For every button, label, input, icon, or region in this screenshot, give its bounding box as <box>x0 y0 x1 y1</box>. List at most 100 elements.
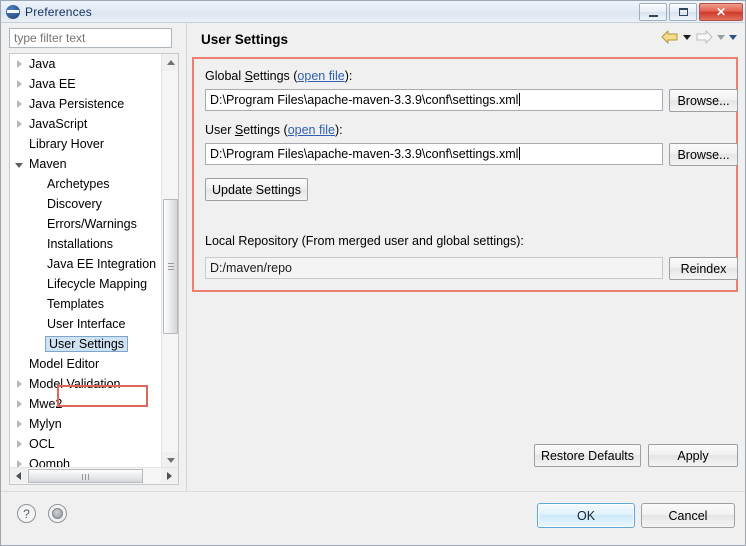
tree-horizontal-scrollbar[interactable] <box>10 467 178 484</box>
tree-vertical-scrollbar[interactable] <box>161 54 178 469</box>
restore-defaults-button[interactable]: Restore Defaults <box>534 444 641 467</box>
sidebar-item-label: Mwe2 <box>29 397 63 411</box>
sidebar-item-label: Archetypes <box>47 177 110 191</box>
tree-toggle <box>10 420 28 428</box>
forward-arrow-icon <box>695 30 713 44</box>
scroll-right-button[interactable] <box>161 468 178 483</box>
global-settings-open-file-link[interactable]: open file <box>297 69 344 83</box>
help-icon[interactable]: ? <box>17 504 36 523</box>
sidebar-item-javascript[interactable]: JavaScript <box>10 114 163 134</box>
global-settings-input[interactable]: D:\Program Files\apache-maven-3.3.9\conf… <box>205 89 663 111</box>
filter-input[interactable] <box>9 28 172 48</box>
vertical-scrollbar-thumb[interactable] <box>163 199 178 334</box>
sidebar-item-ocl[interactable]: OCL <box>10 434 163 454</box>
sidebar-item-label: Templates <box>47 297 104 311</box>
close-button[interactable]: ✕ <box>699 3 743 21</box>
sidebar-item-user-interface[interactable]: User Interface <box>10 314 163 334</box>
view-menu-icon[interactable] <box>729 34 737 40</box>
chevron-right-icon[interactable] <box>16 380 22 388</box>
preferences-sidebar: Java Java EE Java Persistence JavaScript Lib… <box>1 23 186 491</box>
sidebar-item-label: Model Validation <box>29 377 121 391</box>
chevron-right-icon[interactable] <box>16 400 22 408</box>
minimize-button[interactable] <box>639 3 667 21</box>
close-icon: ✕ <box>715 5 727 19</box>
chevron-down-icon <box>166 458 175 463</box>
text-caret <box>519 147 521 160</box>
sidebar-item-label: Java Persistence <box>29 97 125 111</box>
update-settings-button[interactable]: Update Settings <box>205 178 308 201</box>
sidebar-item-label: Discovery <box>47 197 102 211</box>
page-title: User Settings <box>201 32 289 47</box>
chevron-right-icon[interactable] <box>16 120 22 128</box>
maximize-icon <box>678 8 688 16</box>
sidebar-item-installations[interactable]: Installations <box>10 234 163 254</box>
scroll-up-button[interactable] <box>162 54 178 71</box>
minimize-icon <box>648 14 658 17</box>
sidebar-item-model-editor[interactable]: Model Editor <box>10 354 163 374</box>
maximize-button[interactable] <box>669 3 697 21</box>
sidebar-item-java[interactable]: Java <box>10 54 163 74</box>
tree-toggle <box>10 120 28 128</box>
sidebar-item-label: Library Hover <box>29 137 105 151</box>
sidebar-item-mwe2[interactable]: Mwe2 <box>10 394 163 414</box>
preferences-dialog: Preferences ✕ Java Java EE Java Persistenc… <box>0 0 746 546</box>
back-arrow-icon[interactable] <box>661 30 679 44</box>
tree-toggle <box>10 400 28 408</box>
sidebar-item-discovery[interactable]: Discovery <box>10 194 163 214</box>
user-settings-label: User Settings (open file): <box>205 123 343 137</box>
user-settings-browse-button[interactable]: Browse... <box>669 143 738 166</box>
chevron-right-icon[interactable] <box>16 440 22 448</box>
reindex-button[interactable]: Reindex <box>669 257 738 280</box>
tree-toggle <box>10 440 28 448</box>
tree-toggle <box>10 380 28 388</box>
user-settings-open-file-link[interactable]: open file <box>288 123 335 137</box>
title-bar: Preferences ✕ <box>1 1 745 23</box>
sidebar-item-lifecycle-mapping[interactable]: Lifecycle Mapping <box>10 274 163 294</box>
apply-button[interactable]: Apply <box>648 444 738 467</box>
window-controls: ✕ <box>639 3 743 21</box>
sidebar-item-label: Lifecycle Mapping <box>47 277 148 291</box>
global-settings-browse-button[interactable]: Browse... <box>669 89 738 112</box>
sidebar-item-errors-warnings[interactable]: Errors/Warnings <box>10 214 163 234</box>
dialog-body: Java Java EE Java Persistence JavaScript Lib… <box>1 23 745 491</box>
sidebar-item-label: User Settings <box>45 336 129 352</box>
sidebar-item-user-settings[interactable]: User Settings <box>10 334 163 354</box>
about-icon[interactable] <box>48 504 67 523</box>
sidebar-item-mylyn[interactable]: Mylyn <box>10 414 163 434</box>
sidebar-item-label: Maven <box>29 157 67 171</box>
sidebar-item-archetypes[interactable]: Archetypes <box>10 174 163 194</box>
tree-toggle <box>10 60 28 68</box>
cancel-button[interactable]: Cancel <box>641 503 735 528</box>
sidebar-item-label: Java EE <box>29 77 76 91</box>
window-title: Preferences <box>25 4 92 19</box>
horizontal-scrollbar-thumb[interactable] <box>28 469 143 483</box>
user-settings-input[interactable]: D:\Program Files\apache-maven-3.3.9\conf… <box>205 143 663 165</box>
local-repository-label: Local Repository (From merged user and g… <box>205 234 524 248</box>
chevron-right-icon[interactable] <box>16 80 22 88</box>
chevron-right-icon[interactable] <box>16 60 22 68</box>
chevron-down-icon[interactable] <box>15 163 23 168</box>
sidebar-item-label: JavaScript <box>29 117 88 131</box>
sidebar-item-java-ee[interactable]: Java EE <box>10 74 163 94</box>
back-dropdown-icon[interactable] <box>683 34 691 40</box>
chevron-right-icon[interactable] <box>16 100 22 108</box>
sidebar-item-templates[interactable]: Templates <box>10 294 163 314</box>
tree-toggle <box>10 80 28 88</box>
sidebar-item-maven[interactable]: Maven <box>10 154 163 174</box>
sidebar-item-library-hover[interactable]: Library Hover <box>10 134 163 154</box>
preferences-tree: Java Java EE Java Persistence JavaScript Lib… <box>9 53 179 485</box>
chevron-right-icon[interactable] <box>16 420 22 428</box>
sidebar-item-java-persistence[interactable]: Java Persistence <box>10 94 163 114</box>
scroll-left-button[interactable] <box>10 468 27 483</box>
tree-toggle <box>10 160 28 168</box>
sidebar-item-model-validation[interactable]: Model Validation <box>10 374 163 394</box>
global-settings-label: Global Settings (open file): <box>205 69 353 83</box>
sidebar-item-java-ee-integration[interactable]: Java EE Integration <box>10 254 163 274</box>
tree-viewport: Java Java EE Java Persistence JavaScript Lib… <box>10 54 163 469</box>
sidebar-item-label: Java <box>29 57 56 71</box>
page-navigation-toolbar <box>661 30 737 44</box>
sidebar-item-label: User Interface <box>47 317 126 331</box>
sidebar-item-label: Installations <box>47 237 114 251</box>
ok-button[interactable]: OK <box>537 503 635 528</box>
forward-dropdown-icon[interactable] <box>717 34 725 40</box>
